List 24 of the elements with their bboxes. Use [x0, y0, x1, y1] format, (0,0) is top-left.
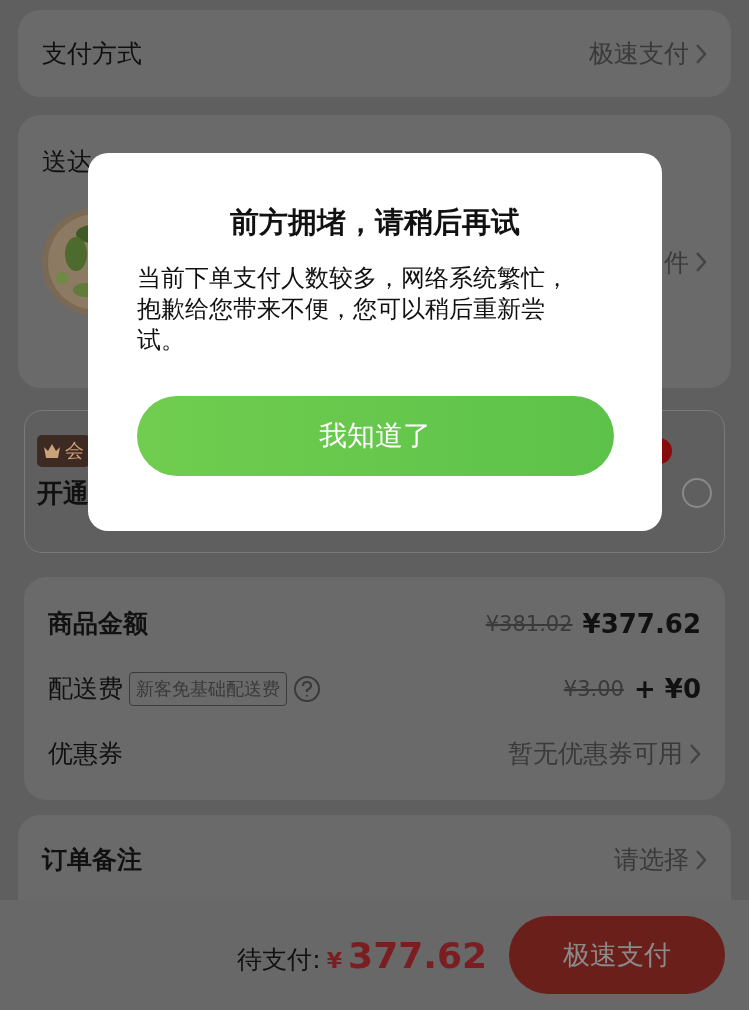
total-amount: 377.62	[348, 934, 487, 976]
chevron-icon	[695, 848, 707, 871]
delivery-time-label: 送达	[42, 145, 92, 178]
payment-method-label: 支付方式	[42, 38, 142, 70]
pay-button[interactable]: 极速支付	[509, 916, 725, 994]
price-label: 优惠券	[48, 738, 123, 770]
chevron-icon	[689, 742, 701, 765]
ok-button[interactable]: 我知道了	[136, 396, 614, 476]
dialog-title: 前方拥堵，请稍后再试	[230, 204, 520, 241]
chevron-icon	[695, 42, 707, 65]
member-badge-text: 会	[65, 438, 84, 463]
crown-icon	[43, 443, 61, 459]
chevron-icon	[695, 251, 707, 273]
currency-symbol: ¥	[326, 947, 343, 973]
price-value: + ¥0	[633, 673, 701, 704]
help-icon	[293, 674, 321, 703]
dialog-message: 当前下单支付人数较多，网络系统繁忙，抱歉给您带来不便，您可以稍后重新尝试。	[136, 263, 570, 356]
price-label: 配送费	[48, 673, 123, 705]
price-label: 商品金额	[48, 608, 148, 640]
radio-button[interactable]	[682, 478, 712, 508]
total-label: 待支付:	[237, 943, 321, 976]
price-value: ¥377.62	[582, 608, 701, 639]
order-note-label: 订单备注	[42, 844, 142, 876]
membership-title: 开通	[37, 476, 89, 510]
